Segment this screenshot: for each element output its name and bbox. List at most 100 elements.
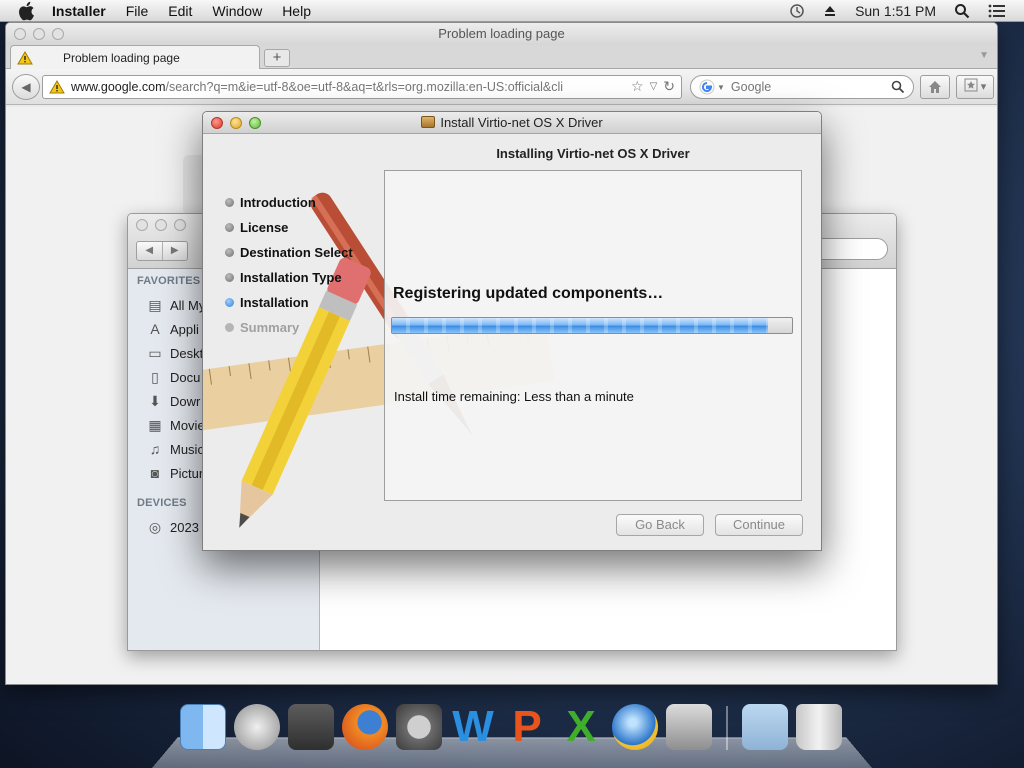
- forward-arrow-icon[interactable]: ▶: [161, 242, 188, 260]
- back-button[interactable]: ◀: [12, 74, 40, 100]
- image-capture-icon[interactable]: [288, 704, 334, 750]
- spotlight-icon[interactable]: [954, 3, 970, 19]
- close-button[interactable]: [136, 219, 148, 231]
- menu-clock[interactable]: Sun 1:51 PM: [855, 3, 936, 19]
- dock: W P X: [152, 700, 872, 768]
- step-installation-type: Installation Type: [225, 265, 353, 290]
- continue-button[interactable]: Continue: [715, 514, 803, 536]
- installer-window-title: Install Virtio-net OS X Driver: [440, 115, 603, 130]
- menu-window[interactable]: Window: [212, 3, 262, 19]
- bookmarks-button[interactable]: ▾: [956, 75, 994, 99]
- minimize-button[interactable]: [33, 28, 45, 40]
- applications-icon: A: [150, 321, 160, 337]
- sidebar-item-label: Appli: [170, 321, 199, 337]
- minimize-button[interactable]: [230, 117, 242, 129]
- desktop-icon: ▭: [148, 344, 162, 361]
- menu-app-name[interactable]: Installer: [52, 3, 106, 19]
- zoom-button[interactable]: [249, 117, 261, 129]
- install-progress-bar: [391, 317, 793, 334]
- installer-window-controls: [211, 117, 261, 129]
- tab-strip: Problem loading page + ▼: [6, 45, 997, 70]
- step-status-dot: [225, 298, 234, 307]
- sidebar-item-label: Deskt: [170, 345, 204, 361]
- step-status-dot: [225, 273, 234, 282]
- url-bar[interactable]: www.google.com/search?q=m&ie=utf-8&oe=ut…: [42, 75, 682, 99]
- tab-problem-loading[interactable]: Problem loading page: [10, 45, 260, 70]
- finder-nav-buttons: ◀ ▶: [136, 241, 188, 261]
- word-icon[interactable]: W: [450, 704, 496, 750]
- sidebar-item-label: All My: [170, 297, 206, 313]
- warning-icon: [17, 51, 33, 65]
- powerpoint-icon[interactable]: P: [504, 704, 550, 750]
- apple-menu-icon[interactable]: [16, 0, 38, 22]
- launchpad-icon[interactable]: [234, 704, 280, 750]
- reload-icon[interactable]: ↻: [663, 78, 675, 96]
- close-button[interactable]: [14, 28, 26, 40]
- trash-icon[interactable]: [796, 704, 842, 750]
- zoom-button[interactable]: [52, 28, 64, 40]
- step-label: Introduction: [240, 195, 316, 210]
- documents-icon: ▯: [151, 368, 159, 385]
- downloads-stack-icon[interactable]: [742, 704, 788, 750]
- minimize-button[interactable]: [155, 219, 167, 231]
- step-installation: Installation: [225, 290, 353, 315]
- movies-icon: ▦: [148, 416, 162, 433]
- menu-file[interactable]: File: [126, 3, 149, 19]
- step-status-dot: [225, 198, 234, 207]
- browser-window-controls: [14, 28, 64, 40]
- step-status-dot: [225, 248, 234, 257]
- music-icon: ♫: [149, 441, 161, 457]
- all-files-icon: ▤: [148, 296, 162, 313]
- back-arrow-icon[interactable]: ◀: [137, 242, 162, 260]
- installer-titlebar[interactable]: Install Virtio-net OS X Driver: [203, 112, 821, 134]
- step-label: Summary: [240, 320, 300, 335]
- url-text[interactable]: www.google.com/search?q=m&ie=utf-8&oe=ut…: [71, 80, 611, 94]
- warning-icon: [49, 80, 65, 94]
- tab-title: Problem loading page: [63, 51, 180, 65]
- step-destination-select: Destination Select: [225, 240, 353, 265]
- downloads-icon: ⬇: [149, 392, 161, 409]
- network-utility-icon[interactable]: [612, 704, 658, 750]
- tab-list-chevron-icon[interactable]: ▼: [979, 50, 989, 61]
- system-preferences-icon[interactable]: [396, 704, 442, 750]
- google-search-engine-icon[interactable]: [699, 79, 715, 95]
- installer-icon[interactable]: [666, 704, 712, 750]
- zoom-button[interactable]: [174, 219, 186, 231]
- step-label: Installation: [240, 295, 309, 310]
- eject-icon[interactable]: [823, 4, 837, 18]
- search-placeholder: Google: [730, 80, 772, 94]
- search-bar[interactable]: ▼ Google: [690, 75, 914, 99]
- search-icon[interactable]: [891, 80, 905, 94]
- step-introduction: Introduction: [225, 190, 353, 215]
- bookmark-star-icon[interactable]: ☆: [631, 78, 644, 96]
- menu-help[interactable]: Help: [282, 3, 311, 19]
- new-tab-button[interactable]: +: [264, 49, 290, 67]
- install-status-text: Registering updated components…: [393, 285, 664, 302]
- step-license: License: [225, 215, 353, 240]
- step-label: Installation Type: [240, 270, 342, 285]
- go-back-button[interactable]: Go Back: [616, 514, 704, 536]
- search-engine-dropdown-icon[interactable]: ▼: [717, 83, 725, 92]
- browser-titlebar[interactable]: Problem loading page: [6, 23, 997, 45]
- excel-icon[interactable]: X: [558, 704, 604, 750]
- menu-bar: Installer File Edit Window Help Sun 1:51…: [0, 0, 1024, 22]
- install-time-remaining: Install time remaining: Less than a minu…: [394, 389, 634, 404]
- sidebar-item-label: Pictur: [170, 465, 204, 481]
- firefox-icon[interactable]: [342, 704, 388, 750]
- package-icon: [421, 116, 436, 128]
- pictures-icon: ◙: [150, 465, 160, 481]
- time-machine-icon[interactable]: [789, 3, 805, 19]
- home-button[interactable]: [920, 75, 950, 99]
- finder-icon[interactable]: [180, 704, 226, 750]
- sidebar-item-label: Docu: [170, 369, 201, 385]
- installer-window: Install Virtio-net OS X Driver Installin…: [202, 111, 822, 551]
- browser-window-title: Problem loading page: [438, 26, 565, 41]
- close-button[interactable]: [211, 117, 223, 129]
- step-label: License: [240, 220, 289, 235]
- menu-edit[interactable]: Edit: [168, 3, 192, 19]
- url-dropdown-icon[interactable]: ▽: [650, 78, 658, 96]
- sidebar-item-label: Dowr: [170, 393, 201, 409]
- navigation-bar: ◀ www.google.com/search?q=m&ie=utf-8&oe=…: [6, 69, 997, 105]
- notification-list-icon[interactable]: [988, 4, 1006, 18]
- step-status-dot: [225, 223, 234, 232]
